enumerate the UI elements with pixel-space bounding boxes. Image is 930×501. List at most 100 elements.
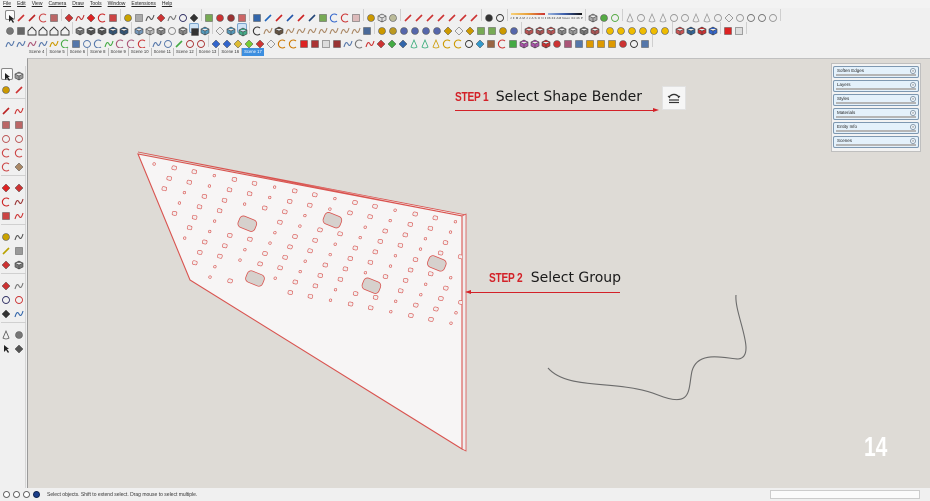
shape-5-button[interactable] xyxy=(669,10,679,22)
export-button[interactable] xyxy=(351,10,361,22)
mat-30-button[interactable] xyxy=(530,36,540,48)
pan-button[interactable] xyxy=(167,10,177,21)
mat-22-button[interactable] xyxy=(442,36,452,49)
panel-scrollbar[interactable] xyxy=(836,74,916,76)
solid-4-button[interactable] xyxy=(557,23,567,35)
fredo-5-button[interactable] xyxy=(196,36,206,48)
scale-button[interactable] xyxy=(108,10,118,22)
push-pull-button[interactable] xyxy=(64,10,74,22)
walk-tool-button[interactable] xyxy=(1,341,13,353)
drawing-viewport[interactable]: STEP 1 Select Shape Bender STEP 2 Select… xyxy=(27,58,930,488)
lamp-13-button[interactable] xyxy=(509,23,519,35)
mat-18-button[interactable] xyxy=(398,36,408,48)
render-3-button[interactable] xyxy=(697,23,707,35)
wireframe-button[interactable] xyxy=(97,23,107,35)
circle-tool-button[interactable] xyxy=(1,131,13,143)
shape-8-button[interactable] xyxy=(702,10,712,22)
scene-tab[interactable]: Scene 8 xyxy=(88,48,109,56)
curve-3-button[interactable] xyxy=(27,36,37,47)
solid-1-button[interactable] xyxy=(524,23,534,35)
mat-1-button[interactable] xyxy=(211,36,221,48)
panel-scrollbar[interactable] xyxy=(836,130,916,132)
mat-23-button[interactable] xyxy=(453,36,463,49)
shape-1-button[interactable] xyxy=(625,10,635,22)
section-plane-tool-button[interactable] xyxy=(14,341,26,354)
move-tool-button[interactable] xyxy=(1,180,13,193)
mat-17-button[interactable] xyxy=(387,36,397,48)
user-icon[interactable] xyxy=(23,491,30,498)
shaded-button[interactable] xyxy=(119,23,129,35)
rotate-button[interactable] xyxy=(97,10,107,23)
shape-12-button[interactable] xyxy=(746,10,756,22)
shape-bender-tb-button[interactable] xyxy=(252,23,262,36)
2pt-arc-tool-button[interactable] xyxy=(14,145,26,158)
left-button[interactable] xyxy=(60,23,70,35)
orbit-button[interactable] xyxy=(156,10,166,22)
mat-6-button[interactable] xyxy=(266,36,276,48)
curve-12-button[interactable] xyxy=(126,36,136,49)
lamp-2-button[interactable] xyxy=(388,23,398,35)
select-tool-button[interactable] xyxy=(1,68,13,81)
scene-tab[interactable]: Scene 4 xyxy=(27,48,48,56)
lamp-11-button[interactable] xyxy=(487,23,497,35)
curve-8-button[interactable] xyxy=(82,36,92,48)
lamp-6-button[interactable] xyxy=(432,23,442,35)
outer-shell-button[interactable] xyxy=(599,10,609,22)
hide-3-button[interactable] xyxy=(178,23,188,35)
mat-29-button[interactable] xyxy=(519,36,529,48)
hide-1-button[interactable] xyxy=(156,23,166,35)
extension-warehouse-button[interactable] xyxy=(318,10,328,22)
menu-help[interactable]: Help xyxy=(162,0,172,8)
scene-tab[interactable]: Scene 12 xyxy=(173,48,197,56)
tb-3-button[interactable] xyxy=(285,23,295,34)
menu-file[interactable]: File xyxy=(3,0,11,8)
lamp-7-button[interactable] xyxy=(443,23,453,35)
hide-2-button[interactable] xyxy=(167,23,177,35)
curve-7-button[interactable] xyxy=(71,36,81,48)
redo-button[interactable] xyxy=(340,10,350,23)
shape-6-button[interactable] xyxy=(680,10,690,22)
mat-9-button[interactable] xyxy=(299,36,309,48)
sandbox-4-button[interactable] xyxy=(436,10,446,22)
text-tool-button[interactable] xyxy=(14,243,26,255)
shadows-button[interactable] xyxy=(484,10,494,22)
axes-button[interactable] xyxy=(252,10,262,22)
scene-tab[interactable]: Scene 6 xyxy=(67,48,89,56)
solid-6-button[interactable] xyxy=(579,23,589,35)
protractor-button[interactable] xyxy=(274,10,284,22)
curve-13-button[interactable] xyxy=(137,36,147,49)
mat-32-button[interactable] xyxy=(552,36,562,48)
mat-4-button[interactable] xyxy=(244,36,254,48)
light-3-button[interactable] xyxy=(627,23,637,35)
orbit-tool-button[interactable] xyxy=(1,278,13,291)
walk-button[interactable] xyxy=(215,10,225,22)
dimension-tool-button[interactable] xyxy=(14,229,26,241)
panel-scrollbar[interactable] xyxy=(836,102,916,104)
fredo-2-button[interactable] xyxy=(163,36,173,48)
scene-tab-active[interactable]: Scene 17 xyxy=(242,48,264,56)
solid-5-button[interactable] xyxy=(568,23,578,35)
arc-button[interactable] xyxy=(38,10,48,23)
tb-10-button[interactable] xyxy=(362,23,372,35)
line-button[interactable] xyxy=(27,10,37,22)
arc-tool-button[interactable] xyxy=(1,145,13,158)
tray-panel-styles[interactable]: Styles × xyxy=(833,94,919,106)
tb-7-button[interactable] xyxy=(329,23,339,34)
zoom-button[interactable] xyxy=(178,10,188,22)
mat-28-button[interactable] xyxy=(508,36,518,48)
curve-6-button[interactable] xyxy=(60,36,70,49)
mat-21-button[interactable] xyxy=(431,36,441,48)
curve-10-button[interactable] xyxy=(104,36,114,47)
mat-2-button[interactable] xyxy=(222,36,232,48)
model-scene[interactable] xyxy=(28,59,930,488)
paint-bucket-button[interactable] xyxy=(145,10,155,21)
offset-tool-button[interactable] xyxy=(14,208,26,220)
light-6-button[interactable] xyxy=(660,23,670,35)
curve-9-button[interactable] xyxy=(93,36,103,49)
zoom-extents-tool-button[interactable] xyxy=(1,306,13,319)
fog-button[interactable] xyxy=(495,10,505,22)
lamp-1-button[interactable] xyxy=(377,23,387,35)
sandbox-6-button[interactable] xyxy=(458,10,468,22)
tb-9-button[interactable] xyxy=(351,23,361,34)
render-2-button[interactable] xyxy=(686,23,696,35)
